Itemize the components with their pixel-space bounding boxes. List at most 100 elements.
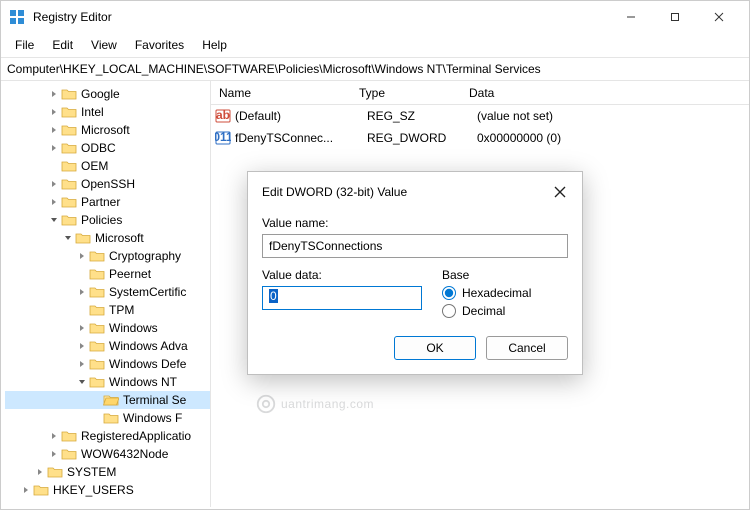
tree-item[interactable]: HKEY_USERS: [5, 481, 210, 499]
folder-icon: [61, 105, 77, 119]
string-value-icon: ab: [215, 108, 231, 124]
radio-decimal[interactable]: Decimal: [442, 304, 568, 318]
tree-item[interactable]: SystemCertific: [5, 283, 210, 301]
chevron-right-icon[interactable]: [47, 107, 61, 117]
tree-item[interactable]: Partner: [5, 193, 210, 211]
folder-icon: [89, 375, 105, 389]
tree-item-label: RegisteredApplicatio: [81, 429, 191, 443]
tree-item[interactable]: Windows F: [5, 409, 210, 427]
cancel-button[interactable]: Cancel: [486, 336, 568, 360]
tree-item[interactable]: Microsoft: [5, 229, 210, 247]
tree-item[interactable]: Policies: [5, 211, 210, 229]
col-type[interactable]: Type: [351, 86, 461, 100]
tree-item-label: Microsoft: [81, 123, 130, 137]
tree-item[interactable]: OEM: [5, 157, 210, 175]
tree-item-label: Intel: [81, 105, 104, 119]
dialog-title: Edit DWORD (32-bit) Value: [262, 185, 548, 199]
menu-file[interactable]: File: [7, 35, 42, 55]
tree-item-label: Windows Defe: [109, 357, 186, 371]
tree-item[interactable]: Peernet: [5, 265, 210, 283]
tree-item-label: SYSTEM: [67, 465, 116, 479]
chevron-right-icon[interactable]: [75, 323, 89, 333]
folder-icon: [47, 465, 63, 479]
value-type: REG_DWORD: [367, 131, 477, 145]
value-row[interactable]: ab(Default)REG_SZ(value not set): [211, 105, 749, 127]
tree-item-label: ODBC: [81, 141, 116, 155]
tree-item[interactable]: ODBC: [5, 139, 210, 157]
tree-item[interactable]: Cryptography: [5, 247, 210, 265]
chevron-right-icon[interactable]: [75, 359, 89, 369]
value-data-label: Value data:: [262, 268, 422, 282]
chevron-right-icon[interactable]: [47, 125, 61, 135]
radio-hex-input[interactable]: [442, 286, 456, 300]
chevron-right-icon[interactable]: [75, 251, 89, 261]
regedit-app-icon: [9, 9, 25, 25]
svg-text:ab: ab: [216, 108, 230, 122]
ok-button[interactable]: OK: [394, 336, 476, 360]
chevron-down-icon[interactable]: [61, 233, 75, 243]
chevron-right-icon[interactable]: [19, 485, 33, 495]
col-name[interactable]: Name: [211, 86, 351, 100]
menu-favorites[interactable]: Favorites: [127, 35, 192, 55]
value-data-input[interactable]: 0: [262, 286, 422, 310]
tree-item[interactable]: Windows: [5, 319, 210, 337]
value-data-selection: 0: [269, 289, 278, 303]
folder-icon: [103, 411, 119, 425]
address-input[interactable]: [7, 62, 743, 76]
menu-help[interactable]: Help: [194, 35, 235, 55]
tree-item[interactable]: RegisteredApplicatio: [5, 427, 210, 445]
chevron-right-icon[interactable]: [75, 341, 89, 351]
tree-item[interactable]: WOW6432Node: [5, 445, 210, 463]
tree-item[interactable]: Microsoft: [5, 121, 210, 139]
dialog-close-button[interactable]: [548, 180, 572, 204]
menu-view[interactable]: View: [83, 35, 125, 55]
folder-icon: [75, 231, 91, 245]
folder-icon: [89, 357, 105, 371]
tree-item-label: HKEY_USERS: [53, 483, 134, 497]
tree-item[interactable]: Windows Defe: [5, 355, 210, 373]
folder-icon: [61, 447, 77, 461]
radio-dec-input[interactable]: [442, 304, 456, 318]
folder-icon: [61, 429, 77, 443]
chevron-right-icon[interactable]: [47, 143, 61, 153]
close-button[interactable]: [697, 3, 741, 31]
folder-icon: [89, 267, 105, 281]
tree-item-label: Policies: [81, 213, 122, 227]
tree-item-label: Google: [81, 87, 120, 101]
maximize-button[interactable]: [653, 3, 697, 31]
tree-item-label: Terminal Se: [123, 393, 186, 407]
chevron-right-icon[interactable]: [47, 89, 61, 99]
value-name-input[interactable]: [262, 234, 568, 258]
menu-edit[interactable]: Edit: [44, 35, 81, 55]
tree-item[interactable]: OpenSSH: [5, 175, 210, 193]
titlebar: Registry Editor: [1, 1, 749, 33]
dialog-titlebar: Edit DWORD (32-bit) Value: [248, 172, 582, 210]
tree-item[interactable]: TPM: [5, 301, 210, 319]
tree-item[interactable]: Terminal Se: [5, 391, 210, 409]
tree-item[interactable]: Windows NT: [5, 373, 210, 391]
value-row[interactable]: 011fDenyTSConnec...REG_DWORD0x00000000 (…: [211, 127, 749, 149]
tree-item-label: Cryptography: [109, 249, 181, 263]
chevron-right-icon[interactable]: [47, 449, 61, 459]
folder-icon: [61, 159, 77, 173]
col-data[interactable]: Data: [461, 86, 749, 100]
chevron-right-icon[interactable]: [47, 197, 61, 207]
chevron-down-icon[interactable]: [47, 215, 61, 225]
chevron-right-icon[interactable]: [33, 467, 47, 477]
tree-panel[interactable]: Google Intel Microsoft ODBC OEMOpenSSHPartne…: [1, 81, 211, 507]
chevron-down-icon[interactable]: [75, 377, 89, 387]
tree-item[interactable]: SYSTEM: [5, 463, 210, 481]
chevron-right-icon[interactable]: [75, 287, 89, 297]
tree-item-label: Microsoft: [95, 231, 144, 245]
dword-value-icon: 011: [215, 130, 231, 146]
chevron-right-icon[interactable]: [47, 431, 61, 441]
tree-item[interactable]: Windows Adva: [5, 337, 210, 355]
value-name: (Default): [235, 109, 367, 123]
minimize-button[interactable]: [609, 3, 653, 31]
tree-item-label: TPM: [109, 303, 134, 317]
radio-hexadecimal[interactable]: Hexadecimal: [442, 286, 568, 300]
folder-icon: [33, 483, 49, 497]
chevron-right-icon[interactable]: [47, 179, 61, 189]
tree-item[interactable]: Google: [5, 85, 210, 103]
tree-item[interactable]: Intel: [5, 103, 210, 121]
